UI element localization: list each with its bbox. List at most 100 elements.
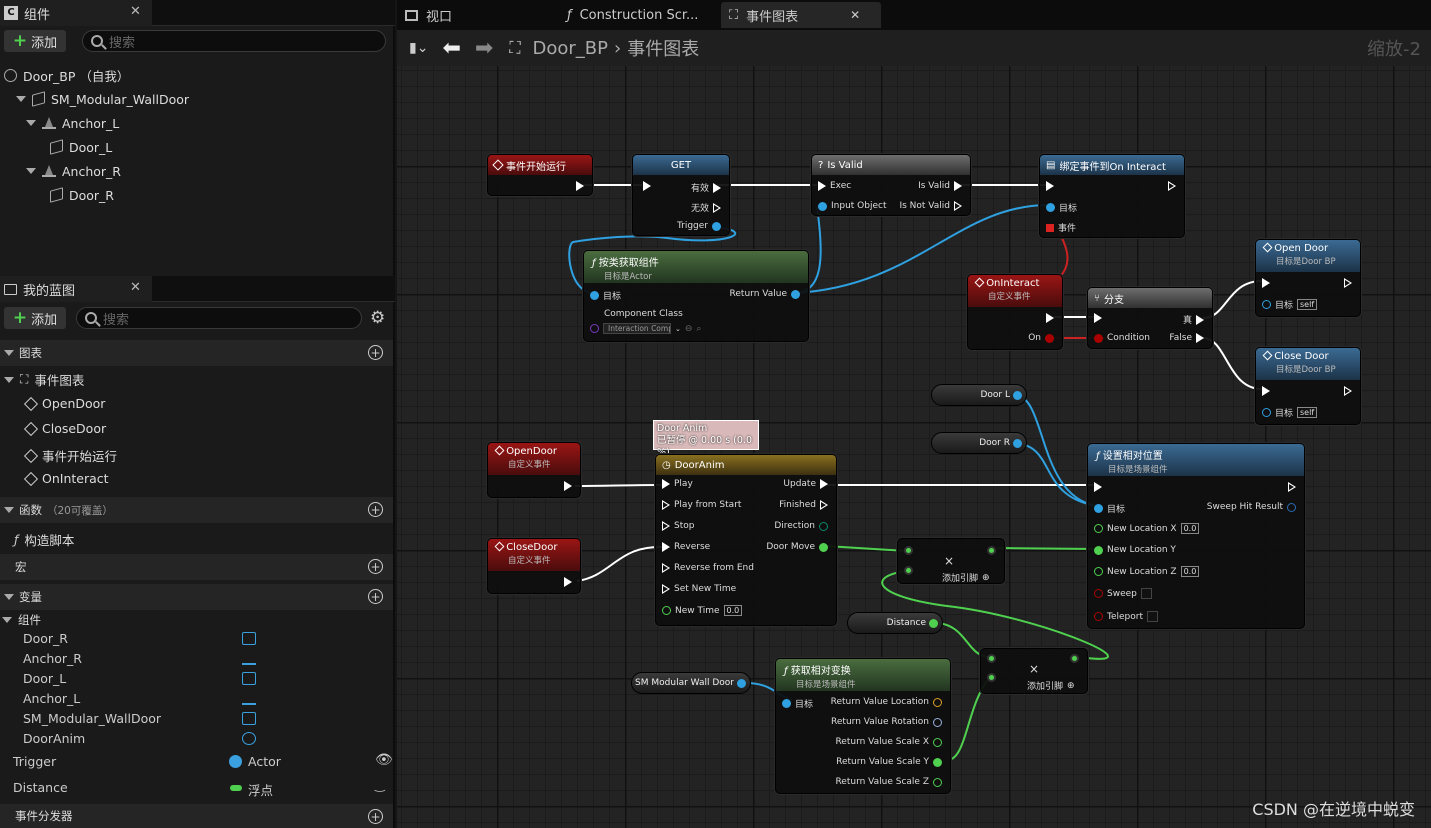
add-circle-icon[interactable]: + <box>368 345 383 360</box>
finished-pin[interactable]: Finished <box>779 500 828 510</box>
value-field[interactable]: 0.0 <box>1180 523 1200 534</box>
teleport-pin[interactable]: Teleport <box>1094 611 1158 622</box>
tab-viewport[interactable]: 视口 <box>397 2 557 28</box>
target-pin[interactable]: 目标 <box>1046 201 1077 214</box>
tab-event-graph[interactable]: ⛶ 事件图表 ✕ <box>721 2 881 28</box>
return-rotation-pin[interactable]: Return Value Rotation <box>831 717 942 727</box>
search-icon[interactable]: ⌕ <box>696 324 701 334</box>
dispatchers-section[interactable]: 事件分发器 + <box>0 804 393 828</box>
result-pin[interactable] <box>987 546 996 555</box>
event-item-begin[interactable]: 事件开始运行 <box>23 446 117 465</box>
node-branch[interactable]: ⑂ 分支 真 Condition False <box>1087 287 1213 349</box>
var-row[interactable]: Door_R <box>0 629 393 649</box>
tab-construction[interactable]: ƒ Construction Scr... <box>559 2 719 28</box>
add-pin-button[interactable]: 添加引脚 ⊕ <box>1027 679 1075 693</box>
checkbox[interactable] <box>1147 611 1158 622</box>
node-on-interact[interactable]: OnInteract 自定义事件 On <box>967 274 1063 350</box>
var-node-door-l[interactable]: Door L <box>931 384 1027 406</box>
target-pin[interactable]: 目标 self <box>1262 298 1318 311</box>
variables-section[interactable]: 变量 + <box>0 584 393 610</box>
expand-arrow-icon[interactable] <box>4 507 14 513</box>
node-multiply-2[interactable]: × 添加引脚 ⊕ <box>980 648 1088 694</box>
var-row-trigger[interactable]: Trigger Actor 👁 <box>0 752 393 772</box>
exec-out-pin[interactable] <box>1288 482 1296 492</box>
is-valid-pin[interactable]: Is Valid <box>918 181 962 191</box>
stop-pin[interactable]: Stop <box>662 521 694 531</box>
var-node-distance[interactable]: Distance <box>847 612 943 634</box>
add-circle-icon[interactable]: + <box>368 809 383 824</box>
event-pin[interactable]: 事件 <box>1046 221 1076 234</box>
return-scale-z-pin[interactable]: Return Value Scale Z <box>835 777 942 787</box>
chevron-down-icon[interactable]: ⌄ <box>675 325 681 333</box>
node-multiply-1[interactable]: × 添加引脚 ⊕ <box>897 538 1005 584</box>
exec-out-pin[interactable] <box>564 577 572 587</box>
reverse-pin[interactable]: Reverse <box>662 542 710 552</box>
graphs-section[interactable]: 图表 + <box>0 340 393 366</box>
event-item-closedoor[interactable]: CloseDoor <box>23 421 106 436</box>
expand-arrow-icon[interactable] <box>4 376 14 383</box>
exec-out-pin[interactable] <box>1344 278 1352 288</box>
a-pin[interactable] <box>987 654 996 663</box>
node-begin-play[interactable]: 事件开始运行 <box>487 154 593 196</box>
breadcrumb-bp[interactable]: Door_BP <box>533 38 609 59</box>
target-pin[interactable]: 目标 <box>782 697 813 710</box>
gear-icon[interactable]: ⚙ <box>370 308 385 328</box>
new-location-x-pin[interactable]: New Location X 0.0 <box>1094 523 1200 534</box>
return-scale-x-pin[interactable]: Return Value Scale X <box>835 737 942 747</box>
close-icon[interactable]: ✕ <box>850 8 860 22</box>
tree-item-door-l[interactable]: Door_L <box>50 135 112 159</box>
node-get-component-by-class[interactable]: ƒ 按类获取组件 目标是Actor 目标 Return Value Compone… <box>583 250 809 342</box>
exec-out-pin[interactable] <box>1168 181 1176 191</box>
expand-arrow-icon[interactable] <box>16 96 26 102</box>
result-pin[interactable] <box>1070 654 1079 663</box>
exec-out-pin[interactable] <box>1344 386 1352 396</box>
play-pin[interactable]: Play <box>662 479 693 489</box>
macros-section[interactable]: 宏 + <box>0 554 393 580</box>
expand-arrow-icon[interactable] <box>26 168 36 174</box>
checkbox[interactable] <box>1140 588 1152 599</box>
trigger-pin[interactable]: Trigger <box>677 221 721 231</box>
exec-in-pin[interactable] <box>1262 386 1270 396</box>
forward-arrow-icon[interactable]: ➡ <box>475 36 493 61</box>
component-class-pin[interactable]: Interaction Comp ⌄ ⊖ ⌕ <box>590 323 701 334</box>
play-from-start-pin[interactable]: Play from Start <box>662 500 741 510</box>
eye-icon[interactable]: 👁 <box>375 752 393 768</box>
b-pin[interactable] <box>904 566 913 575</box>
input-object-pin[interactable]: Input Object <box>818 201 886 211</box>
var-row[interactable]: Door_L <box>0 669 393 689</box>
exec-out-pin[interactable] <box>564 481 572 491</box>
sweep-hit-pin[interactable]: Sweep Hit Result <box>1207 502 1296 512</box>
node-bind-event[interactable]: ▤ 绑定事件到On Interact 目标 事件 <box>1039 154 1185 238</box>
back-arrow-icon[interactable]: ⬅ <box>442 36 460 61</box>
var-row[interactable]: DoorAnim <box>0 729 393 749</box>
event-item-oninteract[interactable]: OnInteract <box>23 471 109 486</box>
add-component-button[interactable]: + 添加 <box>4 30 66 52</box>
exec-in-pin[interactable]: Exec <box>818 181 851 191</box>
var-row[interactable]: SM_Modular_WallDoor <box>0 709 393 729</box>
var-row[interactable]: Anchor_R <box>0 649 393 669</box>
new-time-pin[interactable]: New Time 0.0 <box>662 605 743 616</box>
false-pin[interactable]: False <box>1169 333 1204 343</box>
add-bp-button[interactable]: + 添加 <box>4 307 66 329</box>
door-move-pin[interactable]: Door Move <box>766 542 828 552</box>
node-opendoor-event[interactable]: OpenDoor 自定义事件 <box>487 442 581 498</box>
exec-out-pin[interactable] <box>576 181 584 191</box>
condition-pin[interactable]: Condition <box>1094 333 1150 343</box>
bookmark-icon[interactable]: ▮⌄ <box>409 40 428 56</box>
target-pin[interactable]: 目标 self <box>1262 406 1318 419</box>
var-row-distance[interactable]: Distance 浮点 ‿ <box>0 778 393 798</box>
b-pin[interactable] <box>987 673 996 682</box>
exec-out-pin[interactable] <box>1046 313 1054 323</box>
browse-icon[interactable]: ⊖ <box>685 324 693 334</box>
add-circle-icon[interactable]: + <box>368 502 383 517</box>
expand-arrow-icon[interactable] <box>4 350 14 356</box>
tree-item-door-r[interactable]: Door_R <box>50 183 114 207</box>
tree-item-wall[interactable]: SM_Modular_WallDoor <box>16 87 189 111</box>
tree-item-root[interactable]: Door_BP （自我） <box>4 63 129 87</box>
exec-in-pin[interactable] <box>643 181 651 191</box>
expand-arrow-icon[interactable] <box>2 617 12 623</box>
tree-item-anchor-l[interactable]: Anchor_L <box>26 111 119 135</box>
node-close-door-call[interactable]: Close Door 目标是Door BP 目标 self <box>1255 347 1361 425</box>
true-pin[interactable]: 真 <box>1183 313 1204 326</box>
components-search-input[interactable]: 搜索 <box>82 30 386 52</box>
